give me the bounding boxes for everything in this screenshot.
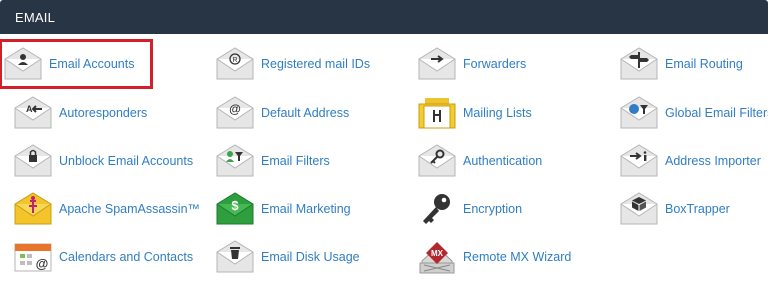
item-label: Address Importer	[665, 154, 761, 168]
item-label: Email Marketing	[261, 202, 351, 216]
svg-text:$: $	[231, 198, 239, 213]
email-filters-link[interactable]: Email Filters	[214, 139, 374, 183]
item-label: Autoresponders	[59, 106, 148, 120]
email-section-panel: EMAIL Email Accounts R Registered mail I…	[0, 0, 768, 283]
key-icon	[416, 191, 458, 227]
mailing-lists-link[interactable]: Mailing Lists	[416, 91, 576, 135]
item-label: Email Routing	[665, 57, 743, 71]
item-label: Registered mail IDs	[261, 57, 371, 71]
dollar-envelope-icon: $	[214, 191, 256, 227]
trash-envelope-icon	[214, 239, 256, 275]
spamassassin-envelope-icon	[12, 191, 54, 227]
section-header: EMAIL	[0, 0, 768, 34]
item-label: Remote MX Wizard	[463, 250, 572, 264]
registered-envelope-icon: R	[214, 46, 256, 82]
arrow-envelope-icon	[416, 46, 458, 82]
item-label: Email Disk Usage	[261, 250, 360, 264]
boxtrapper-link[interactable]: BoxTrapper	[618, 187, 768, 231]
item-label: Email Filters	[261, 154, 330, 168]
item-label: Mailing Lists	[463, 106, 532, 120]
apache-spamassassin-link[interactable]: Apache SpamAssassin™	[12, 187, 201, 231]
autoreply-envelope-icon: A	[12, 95, 54, 131]
item-label: BoxTrapper	[665, 202, 730, 216]
import-envelope-icon	[618, 143, 660, 179]
item-label: Forwarders	[463, 57, 527, 71]
forwarders-link[interactable]: Forwarders	[416, 42, 556, 86]
calendars-and-contacts-link[interactable]: @ Calendars and Contacts	[12, 235, 202, 279]
item-label: Default Address	[261, 106, 350, 120]
email-accounts-link[interactable]: Email Accounts	[0, 39, 153, 89]
svg-text:R: R	[232, 57, 237, 64]
svg-text:@: @	[229, 102, 241, 116]
item-label: Encryption	[463, 202, 523, 216]
box-envelope-icon	[618, 191, 660, 227]
item-label: Email Accounts	[49, 57, 135, 71]
global-email-filters-link[interactable]: Global Email Filters	[618, 91, 768, 135]
calendar-icon: @	[12, 239, 54, 275]
user-envelope-icon	[2, 46, 44, 82]
encryption-link[interactable]: Encryption	[416, 187, 576, 231]
svg-text:MX: MX	[431, 249, 444, 258]
remote-mx-wizard-link[interactable]: MX Remote MX Wizard	[416, 235, 586, 279]
filter-envelope-icon	[214, 143, 256, 179]
lock-envelope-icon	[12, 143, 54, 179]
signpost-envelope-icon	[618, 46, 660, 82]
key-envelope-icon	[416, 143, 458, 179]
mx-wizard-icon: MX	[416, 239, 458, 275]
address-importer-link[interactable]: Address Importer	[618, 139, 768, 183]
email-disk-usage-link[interactable]: Email Disk Usage	[214, 235, 374, 279]
item-label: Authentication	[463, 154, 543, 168]
global-filter-envelope-icon	[618, 95, 660, 131]
unblock-email-accounts-link[interactable]: Unblock Email Accounts	[12, 139, 194, 183]
autoresponders-link[interactable]: A Autoresponders	[12, 91, 172, 135]
item-label: Apache SpamAssassin™	[59, 202, 201, 216]
mailing-list-envelope-icon	[416, 95, 458, 131]
authentication-link[interactable]: Authentication	[416, 139, 576, 183]
registered-mail-ids-link[interactable]: R Registered mail IDs	[214, 42, 394, 86]
section-title: EMAIL	[15, 9, 56, 25]
item-label: Calendars and Contacts	[59, 250, 194, 264]
default-address-link[interactable]: @ Default Address	[214, 91, 374, 135]
at-envelope-icon: @	[214, 95, 256, 131]
email-marketing-link[interactable]: $ Email Marketing	[214, 187, 374, 231]
email-routing-link[interactable]: Email Routing	[618, 42, 758, 86]
item-label: Global Email Filters	[665, 106, 768, 120]
item-label: Unblock Email Accounts	[59, 154, 194, 168]
svg-text:@: @	[36, 256, 49, 271]
